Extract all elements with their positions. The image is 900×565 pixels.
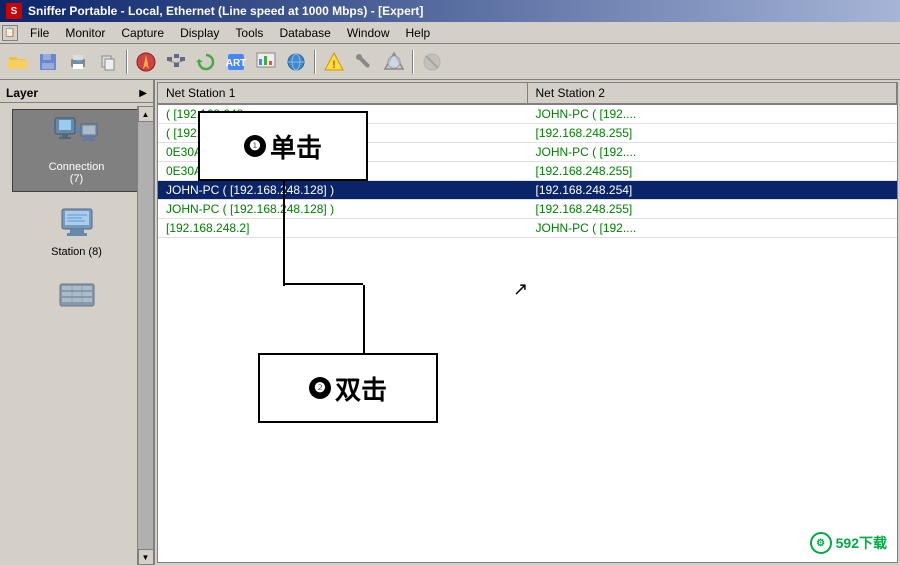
save-button[interactable] bbox=[34, 48, 62, 76]
toolbar-sep-2 bbox=[314, 50, 316, 74]
cell-5-1: JOHN-PC ( [192.168.248.128] ) bbox=[158, 181, 528, 199]
col-header-station2: Net Station 2 bbox=[528, 83, 898, 103]
menu-window[interactable]: Window bbox=[339, 24, 398, 42]
title-bar: S Sniffer Portable - Local, Ethernet (Li… bbox=[0, 0, 900, 22]
menu-display[interactable]: Display bbox=[172, 24, 227, 42]
content-panel: Net Station 1 Net Station 2 ( [192.168.2… bbox=[157, 82, 898, 563]
protocol-icon bbox=[57, 280, 97, 317]
sidebar-expand-arrow[interactable]: ▶ bbox=[139, 88, 147, 99]
table-row[interactable]: ( [192.168.248.... [192.168.248.255] bbox=[158, 124, 897, 143]
chart-button[interactable] bbox=[252, 48, 280, 76]
table-row[interactable]: ( [192.168.248.... JOHN-PC ( [192.... bbox=[158, 105, 897, 124]
watermark-icon: ⚙ bbox=[810, 532, 832, 554]
table-row[interactable]: 0E30A653D86E4B2 ( [192.168.248.... JOHN-… bbox=[158, 143, 897, 162]
sidebar-header: Layer ▶ bbox=[0, 84, 153, 103]
col-header-station1: Net Station 1 bbox=[158, 83, 528, 103]
menu-help[interactable]: Help bbox=[398, 24, 439, 42]
menu-monitor[interactable]: Monitor bbox=[57, 24, 113, 42]
monitor-button[interactable] bbox=[132, 48, 160, 76]
cell-6-1: JOHN-PC ( [192.168.248.128] ) bbox=[158, 200, 528, 218]
wrench-button[interactable] bbox=[350, 48, 378, 76]
cell-4-2: [192.168.248.255] bbox=[528, 162, 898, 180]
cell-5-2: [192.168.248.254] bbox=[528, 181, 898, 199]
station-icon bbox=[57, 207, 97, 244]
disabled-button bbox=[418, 48, 446, 76]
warning-button[interactable]: ! bbox=[320, 48, 348, 76]
scroll-down-arrow[interactable]: ▼ bbox=[138, 549, 154, 565]
menu-database[interactable]: Database bbox=[271, 24, 338, 42]
watermark: ⚙ 592下载 bbox=[810, 532, 887, 554]
menu-bar-icon: 📋 bbox=[2, 25, 18, 41]
menu-bar: 📋 File Monitor Capture Display Tools Dat… bbox=[0, 22, 900, 44]
table-row[interactable]: JOHN-PC ( [192.168.248.128] ) [192.168.2… bbox=[158, 200, 897, 219]
world-button[interactable] bbox=[380, 48, 408, 76]
sidebar-item-protocol[interactable] bbox=[12, 273, 142, 326]
table-row[interactable]: [192.168.248.2] JOHN-PC ( [192.... bbox=[158, 219, 897, 238]
scroll-up-arrow[interactable]: ▲ bbox=[138, 106, 154, 122]
connection-label: Connection(7) bbox=[49, 161, 105, 185]
print-button[interactable] bbox=[64, 48, 92, 76]
sidebar-item-station[interactable]: Station (8) bbox=[12, 200, 142, 265]
scroll-track[interactable] bbox=[138, 122, 153, 549]
cell-3-2: JOHN-PC ( [192.... bbox=[528, 143, 898, 161]
station-label: Station (8) bbox=[51, 246, 102, 258]
menu-capture[interactable]: Capture bbox=[113, 24, 172, 42]
title-text: Sniffer Portable - Local, Ethernet (Line… bbox=[28, 4, 423, 18]
copy-button[interactable] bbox=[94, 48, 122, 76]
table-row[interactable]: 0E30A653D86E4B2 ( [192.168.248.... [192.… bbox=[158, 162, 897, 181]
refresh-button[interactable] bbox=[192, 48, 220, 76]
table-row-selected[interactable]: JOHN-PC ( [192.168.248.128] ) [192.168.2… bbox=[158, 181, 897, 200]
cell-2-1: ( [192.168.248.... bbox=[158, 124, 528, 142]
watermark-text: 592下载 bbox=[836, 533, 887, 553]
table-body: ( [192.168.248.... JOHN-PC ( [192.... ( … bbox=[158, 105, 897, 562]
svg-text:ART: ART bbox=[226, 58, 247, 69]
open-button[interactable] bbox=[4, 48, 32, 76]
art-button[interactable]: ART bbox=[222, 48, 250, 76]
cell-7-1: [192.168.248.2] bbox=[158, 219, 528, 237]
globe-button[interactable] bbox=[282, 48, 310, 76]
menu-file[interactable]: File bbox=[22, 24, 57, 42]
toolbar-sep-3 bbox=[412, 50, 414, 74]
cell-1-2: JOHN-PC ( [192.... bbox=[528, 105, 898, 123]
cell-1-1: ( [192.168.248.... bbox=[158, 105, 528, 123]
sidebar-scrollbar[interactable]: ▲ ▼ bbox=[137, 106, 153, 565]
toolbar: ART ! bbox=[0, 44, 900, 80]
main-area: Layer ▶ bbox=[0, 80, 900, 565]
sidebar-header-title: Layer bbox=[6, 86, 38, 100]
cell-6-2: [192.168.248.255] bbox=[528, 200, 898, 218]
cell-2-2: [192.168.248.255] bbox=[528, 124, 898, 142]
svg-text:!: ! bbox=[332, 59, 336, 71]
table-header: Net Station 1 Net Station 2 bbox=[158, 83, 897, 105]
network-button[interactable] bbox=[162, 48, 190, 76]
cell-3-1: 0E30A653D86E4B2 ( [192.168.248.... bbox=[158, 143, 528, 161]
cell-7-2: JOHN-PC ( [192.... bbox=[528, 219, 898, 237]
sidebar-item-connection[interactable]: Connection(7) bbox=[12, 109, 142, 192]
connection-icon bbox=[53, 116, 101, 159]
menu-tools[interactable]: Tools bbox=[227, 24, 271, 42]
cell-4-1: 0E30A653D86E4B2 ( [192.168.248.... bbox=[158, 162, 528, 180]
app-icon: S bbox=[6, 3, 22, 19]
sidebar: Layer ▶ bbox=[0, 80, 155, 565]
toolbar-sep-1 bbox=[126, 50, 128, 74]
